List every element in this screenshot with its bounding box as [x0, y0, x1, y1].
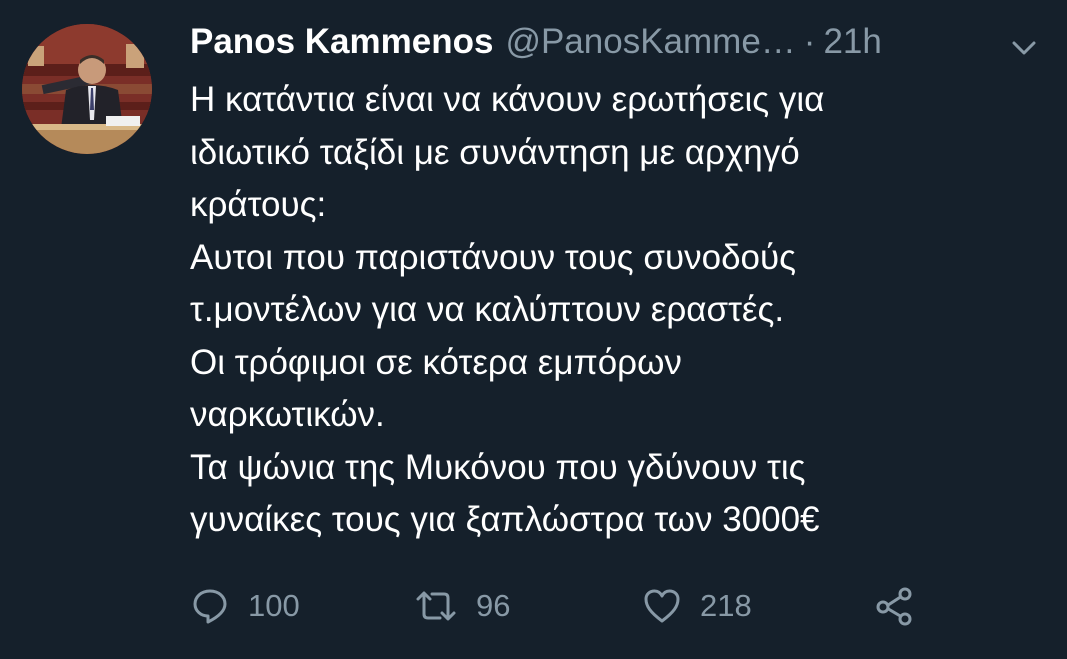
author-name[interactable]: Panos Kammenos [190, 22, 493, 62]
like-button[interactable]: 218 [642, 580, 752, 632]
tweet-text-line: γυναίκες τους για ξαπλώστρα των 3000€ [190, 500, 820, 539]
header-separator: · [803, 22, 816, 61]
tweet-text-line: Αυτοι που παριστάνουν τους συνοδούς [190, 237, 797, 277]
reply-icon [193, 589, 227, 624]
share-button[interactable] [874, 580, 914, 632]
like-count: 218 [700, 588, 752, 623]
chevron-down-icon [1012, 41, 1036, 55]
tweet-actions: 100 96 218 [190, 580, 950, 632]
reply-button[interactable]: 100 [190, 580, 300, 632]
retweet-button[interactable]: 96 [414, 580, 510, 632]
tweet-text-line: ναρκωτικών. [190, 395, 385, 434]
author-handle[interactable]: @PanosKamme… [505, 22, 795, 62]
tweet-text-line: Οι τρόφιμοι σε κότερα εμπόρων [190, 342, 682, 382]
tweet-timestamp[interactable]: 21h [823, 22, 881, 62]
retweet-count: 96 [476, 588, 511, 623]
author-avatar[interactable] [22, 24, 152, 154]
heart-icon [644, 589, 680, 623]
tweet-text-line: Η κατάντια είναι να κάνουν ερωτήσεις για [190, 80, 825, 119]
tweet-menu-button[interactable] [1006, 34, 1042, 62]
tweet-text-line: ιδιωτικό ταξίδι με συνάντηση με αρχηγό [190, 132, 800, 172]
share-icon [876, 587, 912, 626]
reply-count: 100 [248, 588, 300, 623]
tweet-text-line: κράτους: [190, 185, 327, 224]
retweet-icon [416, 591, 456, 621]
tweet-text-line: τ.μοντέλων για να καλύπτουν εραστές. [190, 290, 785, 329]
tweet-text-line: Τα ψώνια της Μυκόνου που γδύνουν τις [190, 447, 806, 487]
tweet-header: Panos Kammenos @PanosKamme… · 21h [190, 22, 882, 66]
tweet[interactable]: Panos Kammenos @PanosKamme… · 21h Η κατά… [0, 0, 1067, 659]
tweet-text: Η κατάντια είναι να κάνουν ερωτήσεις για… [190, 74, 1040, 547]
avatar-photo [22, 24, 152, 154]
